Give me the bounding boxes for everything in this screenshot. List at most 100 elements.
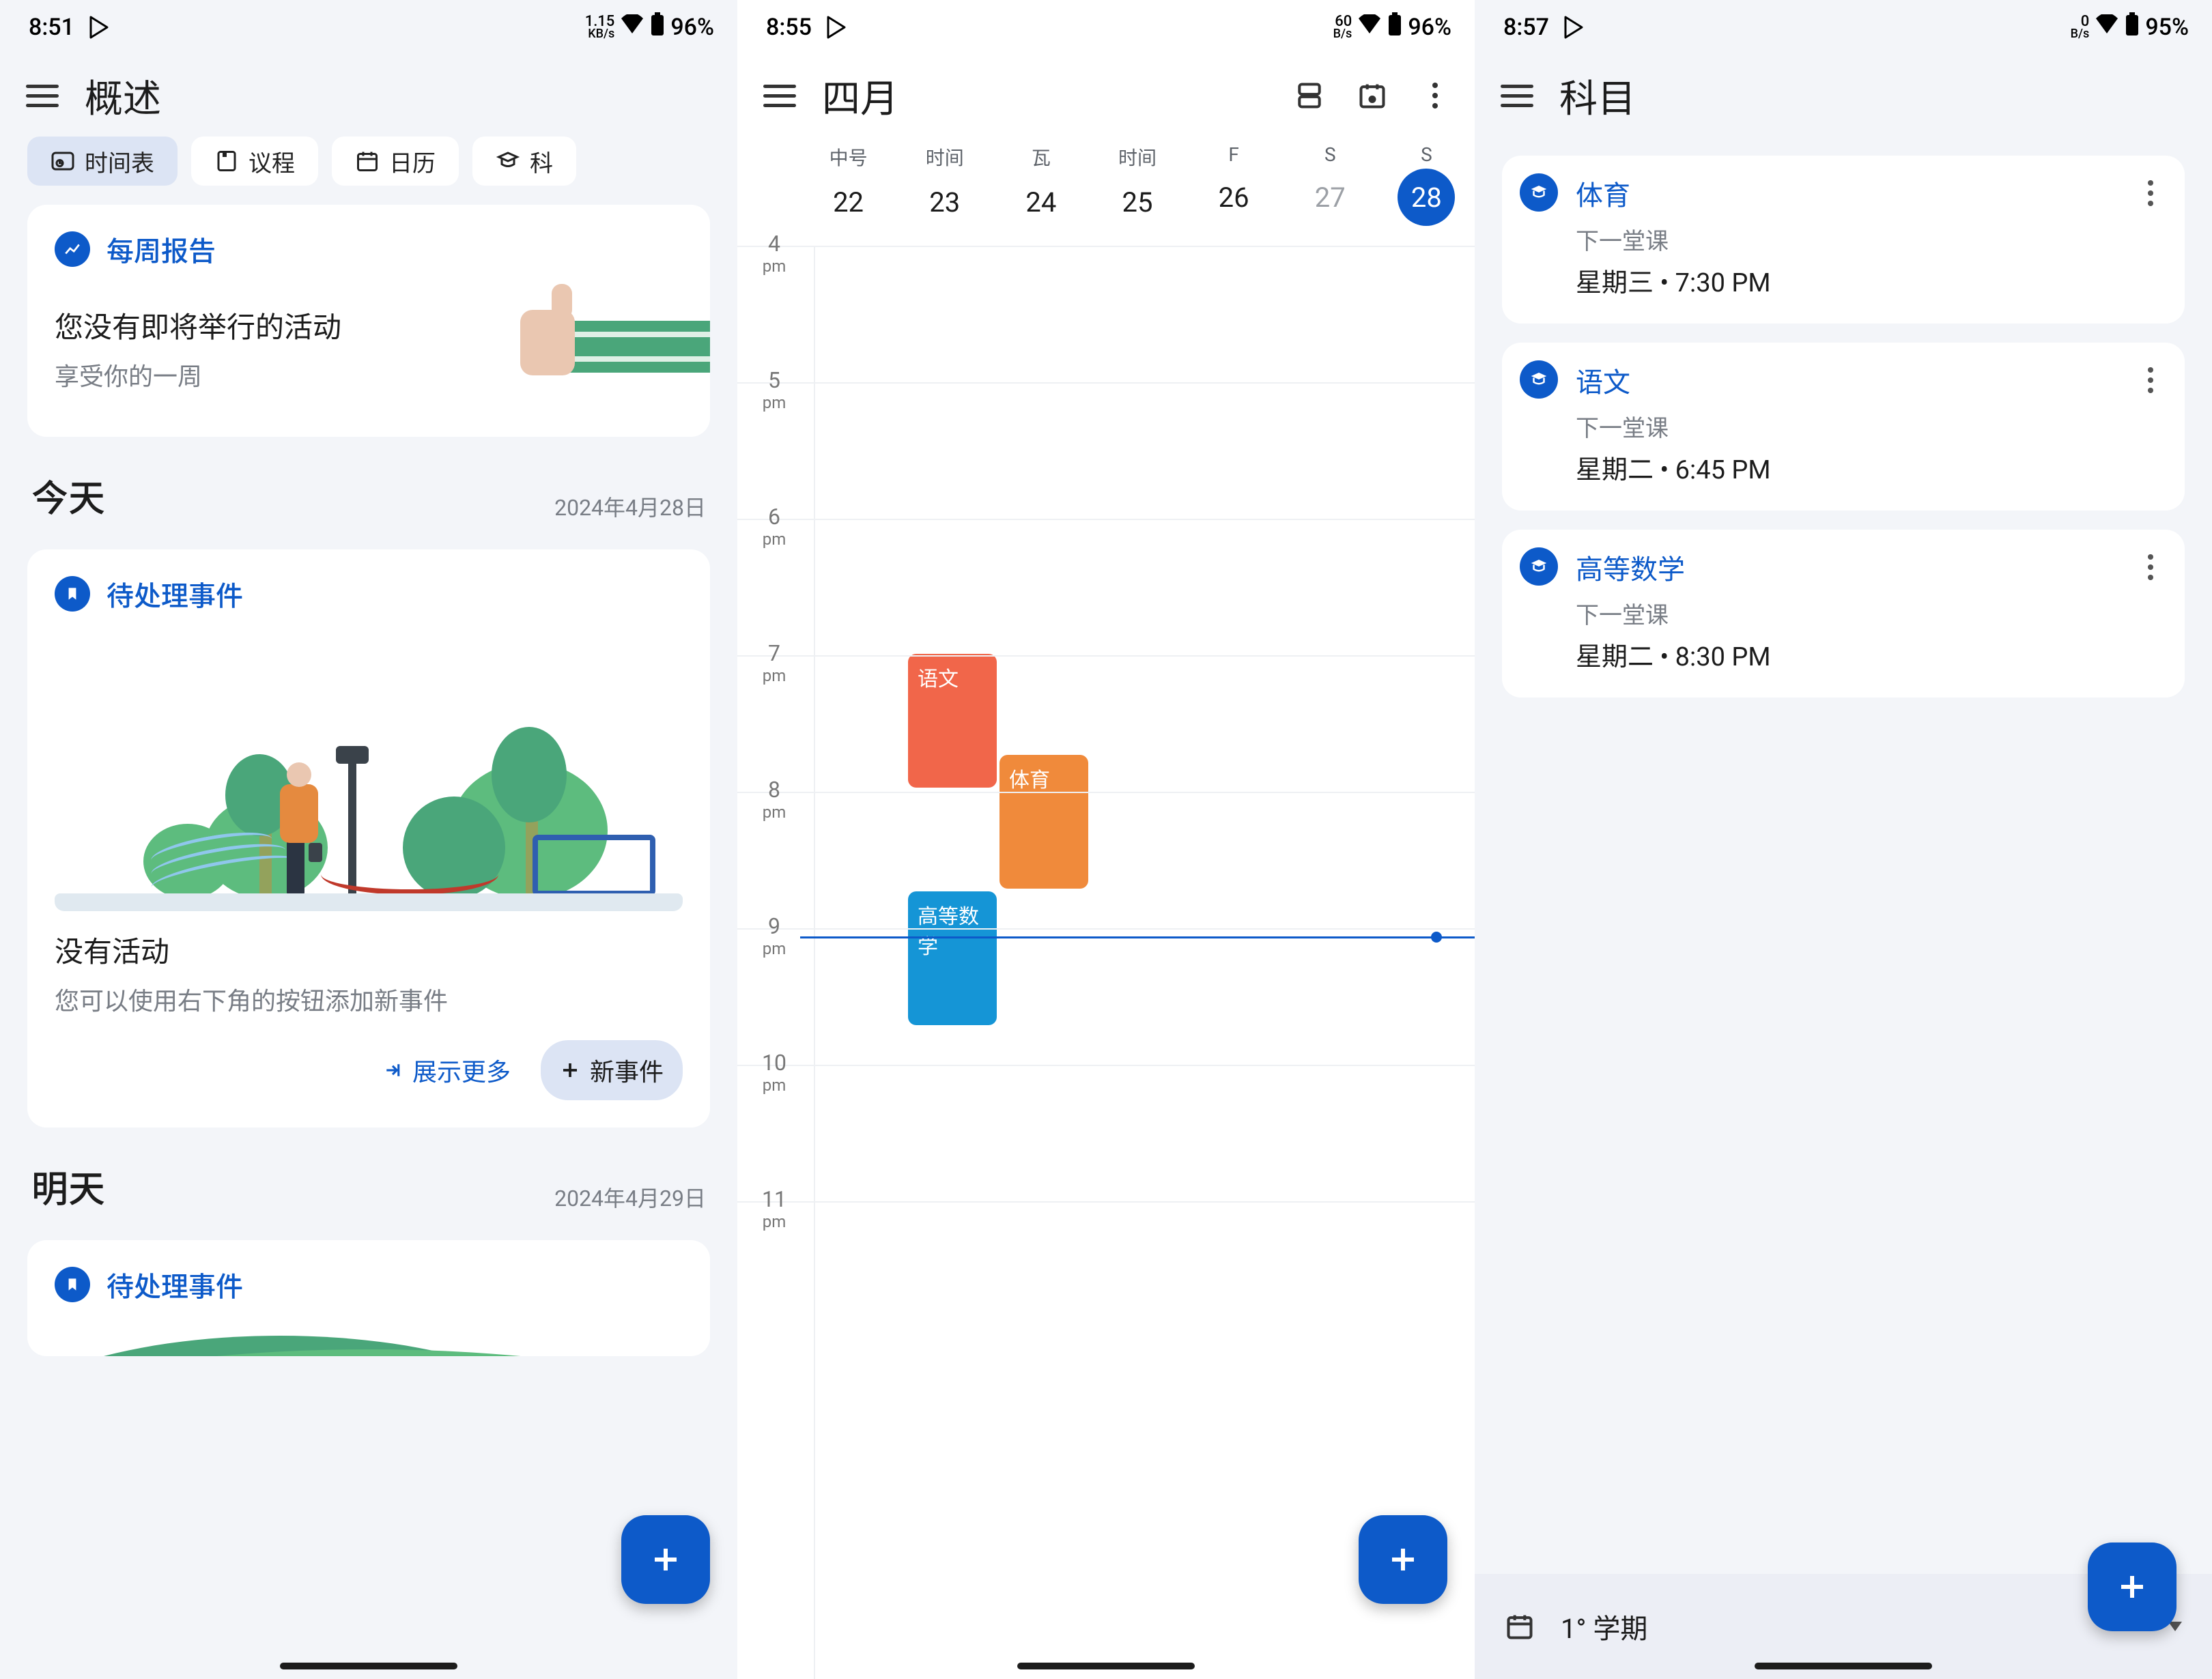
- page-title: 四月: [822, 68, 1260, 124]
- battery-percent: 95%: [2145, 14, 2189, 41]
- chip-calendar[interactable]: 日历: [332, 137, 459, 186]
- hour-label: 10pm: [747, 1050, 802, 1095]
- hour-label: 5pm: [747, 367, 802, 412]
- network-speed: 1.15KB/s: [585, 15, 615, 40]
- day-column[interactable]: 瓦24: [993, 143, 1089, 231]
- more-icon[interactable]: [2134, 547, 2167, 673]
- subject-name: 语文: [1576, 360, 2116, 400]
- status-time: 8:57: [1503, 14, 1549, 41]
- split-view-icon[interactable]: [1286, 72, 1333, 119]
- screen-overview: 8:51 1.15KB/s 96% 概述 时间表 议程 日历: [0, 0, 737, 1679]
- chart-icon: [55, 231, 90, 267]
- today-icon[interactable]: [1349, 72, 1395, 119]
- menu-icon[interactable]: [26, 85, 59, 107]
- day-column[interactable]: 中号22: [800, 143, 896, 231]
- fab-add[interactable]: [621, 1515, 710, 1604]
- nav-handle[interactable]: [1755, 1663, 1932, 1669]
- menu-icon[interactable]: [1501, 85, 1533, 107]
- battery-percent: 96%: [670, 14, 714, 41]
- more-icon[interactable]: [2134, 360, 2167, 486]
- subject-card[interactable]: 体育下一堂课星期三 • 7:30 PM: [1502, 156, 2185, 324]
- menu-icon[interactable]: [763, 85, 796, 107]
- weekly-report-card[interactable]: 每周报告 您没有即将举行的活动 享受你的一周: [27, 205, 710, 437]
- pending-events-card-tomorrow[interactable]: 待处理事件: [27, 1240, 710, 1356]
- app-bar: 四月: [737, 55, 1475, 137]
- play-store-icon: [1564, 16, 1585, 39]
- hour-label: 9pm: [747, 913, 802, 958]
- more-icon[interactable]: [1412, 72, 1458, 119]
- tomorrow-header: 明天 2024年4月29日: [0, 1147, 737, 1221]
- wifi-icon: [620, 14, 644, 41]
- subjects-list: 体育下一堂课星期三 • 7:30 PM语文下一堂课星期二 • 6:45 PM高等…: [1475, 137, 2212, 717]
- page-title: 概述: [85, 68, 729, 124]
- fab-add[interactable]: [2088, 1542, 2176, 1631]
- battery-icon: [1387, 12, 1402, 43]
- hour-label: 6pm: [747, 504, 802, 549]
- bookmark-icon: [55, 1267, 90, 1302]
- graduation-cap-icon: [1520, 547, 1558, 586]
- more-icon[interactable]: [2134, 173, 2167, 299]
- show-more-button[interactable]: 展示更多: [363, 1040, 530, 1100]
- hour-label: 11pm: [747, 1186, 802, 1231]
- day-column[interactable]: S28: [1378, 143, 1475, 231]
- wifi-icon: [1357, 14, 1382, 41]
- app-bar: 科目: [1475, 55, 2212, 137]
- status-bar: 8:55 60B/s 96%: [737, 0, 1475, 55]
- bookmark-icon: [55, 576, 90, 612]
- hour-label: 4pm: [747, 231, 802, 276]
- next-class-label: 下一堂课: [1576, 410, 2116, 443]
- graduation-cap-icon: [1520, 360, 1558, 399]
- no-events-title: 没有活动: [55, 929, 683, 971]
- timeline[interactable]: 语文 体育 高等数学 4pm5pm6pm7pm8pm9pm10pm11pm: [737, 246, 1475, 1679]
- chevron-down-icon: [2168, 1622, 2182, 1631]
- network-speed: 0B/s: [2071, 15, 2090, 40]
- hill-illustration: [27, 1322, 710, 1356]
- play-store-icon: [89, 16, 110, 39]
- wifi-icon: [2095, 14, 2119, 41]
- park-illustration: [55, 631, 683, 911]
- page-title: 科目: [1559, 68, 2204, 124]
- status-time: 8:55: [766, 14, 812, 41]
- hour-label: 8pm: [747, 777, 802, 822]
- battery-icon: [2125, 12, 2140, 43]
- status-time: 8:51: [29, 14, 74, 41]
- graduation-cap-icon: [1520, 173, 1558, 212]
- weekly-headline: 您没有即将举行的活动: [55, 304, 341, 346]
- next-class-label: 下一堂课: [1576, 223, 2116, 256]
- today-header: 今天 2024年4月28日: [0, 456, 737, 530]
- no-events-sub: 您可以使用右下角的按钮添加新事件: [55, 981, 683, 1017]
- subject-time: 星期二 • 6:45 PM: [1576, 448, 2116, 486]
- hour-label: 7pm: [747, 640, 802, 685]
- subject-name: 体育: [1576, 173, 2116, 213]
- week-header: 中号22时间23瓦24时间25F26S27S28: [737, 137, 1475, 246]
- status-bar: 8:57 0B/s 95%: [1475, 0, 2212, 55]
- filter-chips: 时间表 议程 日历 科: [0, 137, 737, 186]
- subject-name: 高等数学: [1576, 547, 2116, 587]
- calendar-icon: [1505, 1611, 1535, 1641]
- thumbs-up-illustration: [519, 287, 710, 410]
- subject-card[interactable]: 高等数学下一堂课星期二 • 8:30 PM: [1502, 530, 2185, 698]
- subject-time: 星期三 • 7:30 PM: [1576, 261, 2116, 299]
- play-store-icon: [827, 16, 847, 39]
- fab-add[interactable]: [1359, 1515, 1447, 1604]
- new-event-button[interactable]: 新事件: [541, 1040, 683, 1100]
- day-column[interactable]: F26: [1186, 143, 1282, 231]
- screen-subjects: 8:57 0B/s 95% 科目 体育下一堂课星期三 • 7:30 PM语文下一…: [1475, 0, 2212, 1679]
- status-bar: 8:51 1.15KB/s 96%: [0, 0, 737, 55]
- chip-subjects[interactable]: 科: [472, 137, 576, 186]
- weekly-sub: 享受你的一周: [55, 357, 341, 392]
- battery-percent: 96%: [1408, 14, 1451, 41]
- day-column[interactable]: S27: [1282, 143, 1378, 231]
- chip-agenda[interactable]: 议程: [191, 137, 318, 186]
- pending-events-card[interactable]: 待处理事件 没有活动 您可以使用右下角的按钮添加新事件 展示更多 新事件: [27, 549, 710, 1128]
- subject-card[interactable]: 语文下一堂课星期二 • 6:45 PM: [1502, 343, 2185, 511]
- screen-calendar: 8:55 60B/s 96% 四月: [737, 0, 1475, 1679]
- day-column[interactable]: 时间23: [896, 143, 993, 231]
- chip-timetable[interactable]: 时间表: [27, 137, 178, 186]
- day-column[interactable]: 时间25: [1089, 143, 1185, 231]
- nav-handle[interactable]: [280, 1663, 457, 1669]
- subject-time: 星期二 • 8:30 PM: [1576, 635, 2116, 673]
- nav-handle[interactable]: [1017, 1663, 1195, 1669]
- next-class-label: 下一堂课: [1576, 597, 2116, 630]
- weekly-title: 每周报告: [107, 229, 216, 269]
